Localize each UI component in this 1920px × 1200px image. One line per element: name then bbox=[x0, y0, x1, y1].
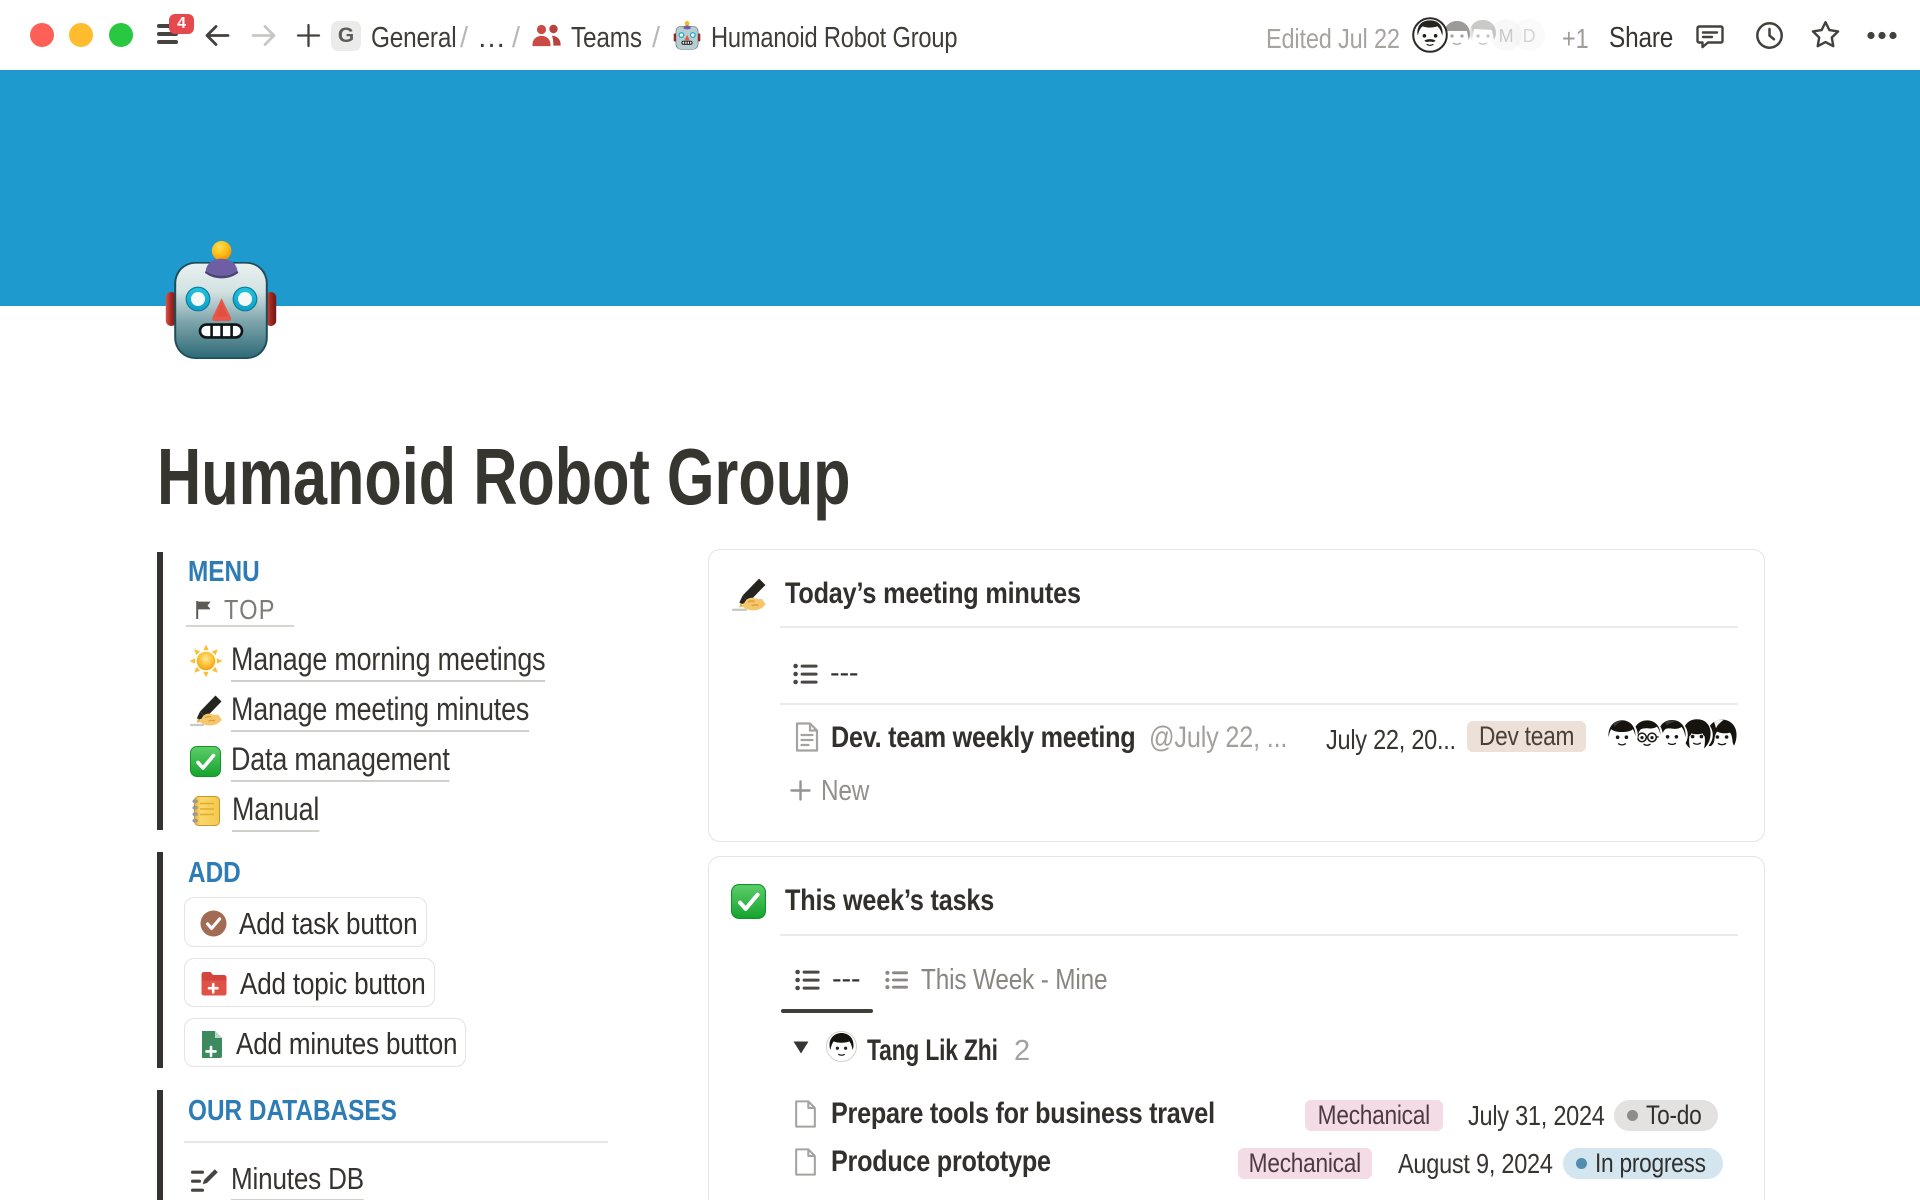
svg-text:D: D bbox=[1523, 26, 1536, 46]
svg-text:M: M bbox=[1499, 26, 1514, 46]
